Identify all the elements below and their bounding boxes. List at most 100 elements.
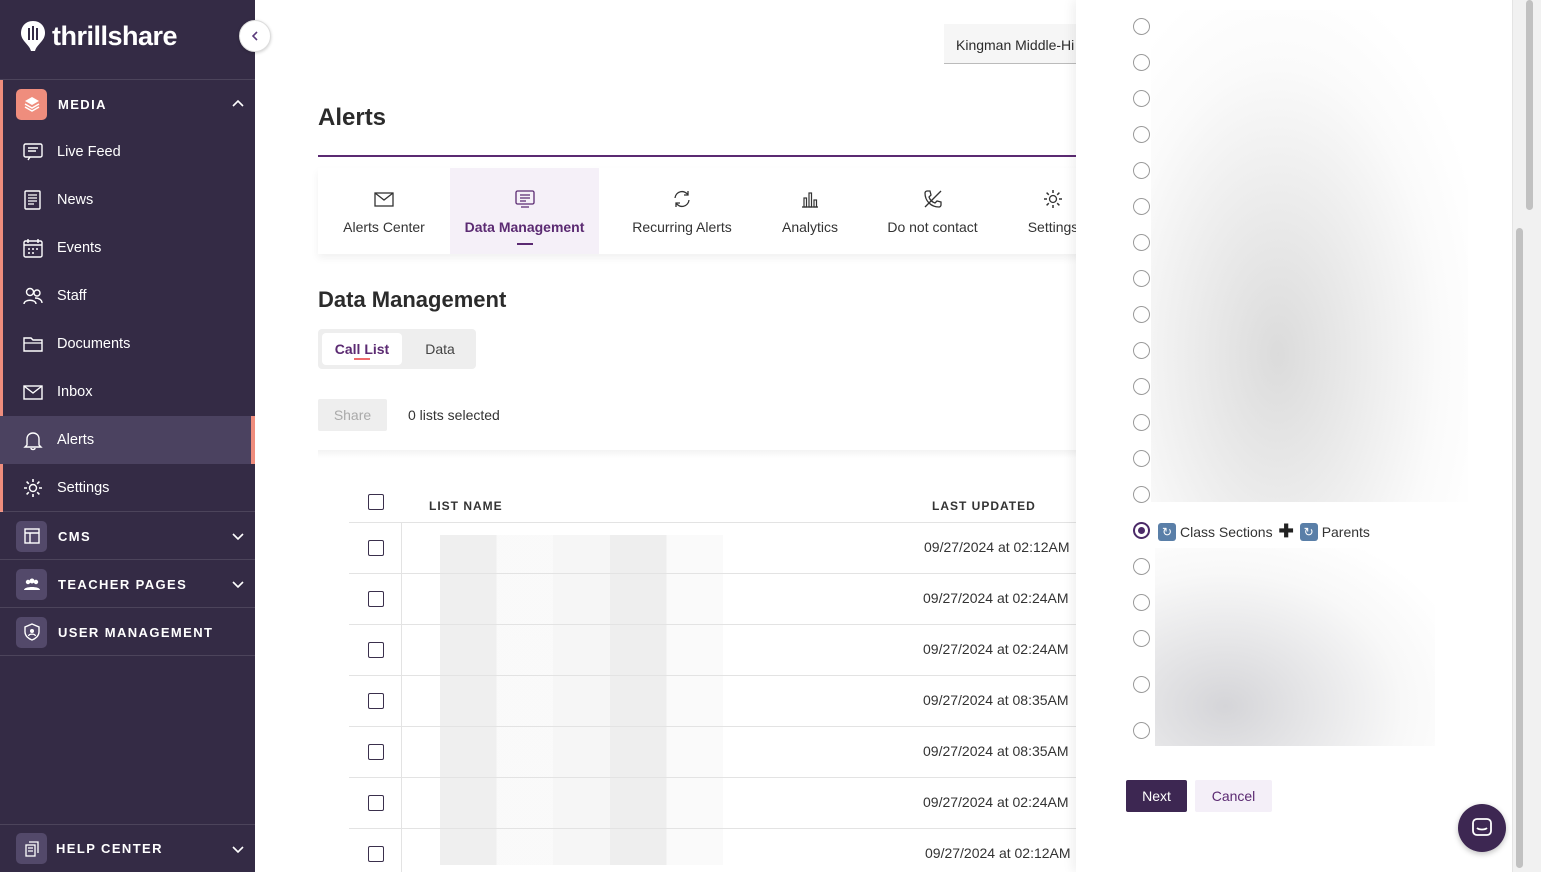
list-option-radio[interactable] bbox=[1133, 18, 1150, 35]
cms-group-label: CMS bbox=[58, 528, 92, 544]
divider bbox=[0, 655, 255, 656]
list-option-radio[interactable] bbox=[1133, 450, 1150, 467]
row-divider bbox=[349, 573, 1076, 574]
sidebar-item-alerts[interactable]: Alerts bbox=[0, 416, 255, 464]
brand-logo[interactable]: thrillshare bbox=[20, 18, 178, 54]
sync-icon: ↻ bbox=[1299, 522, 1318, 541]
next-button[interactable]: Next bbox=[1126, 780, 1187, 812]
bar-chart-icon bbox=[802, 192, 818, 208]
row-checkbox[interactable] bbox=[368, 642, 384, 658]
media-group-toggle[interactable]: MEDIA bbox=[0, 80, 255, 128]
cms-group-toggle[interactable]: CMS bbox=[0, 512, 255, 560]
list-option-radio[interactable] bbox=[1133, 54, 1150, 71]
list-option-radio[interactable] bbox=[1133, 414, 1150, 431]
option-part-parents: Parents bbox=[1321, 523, 1370, 540]
app-root: thrillshare MEDIA Live Feed News Events … bbox=[0, 0, 1541, 872]
brand-name: thrillshare bbox=[52, 20, 178, 51]
row-divider bbox=[349, 828, 1076, 829]
row-last-updated: 09/27/2024 at 08:35AM bbox=[923, 743, 1069, 759]
row-checkbox[interactable] bbox=[368, 846, 384, 862]
calendar-icon bbox=[23, 239, 43, 258]
row-last-updated: 09/27/2024 at 02:24AM bbox=[923, 590, 1069, 606]
sidebar-item-events[interactable]: Events bbox=[0, 224, 255, 272]
list-option-radio[interactable] bbox=[1133, 90, 1150, 107]
list-option-radio[interactable] bbox=[1133, 234, 1150, 251]
sidebar-item-label: Inbox bbox=[57, 384, 93, 400]
row-checkbox[interactable] bbox=[368, 591, 384, 607]
mail-icon bbox=[23, 385, 43, 400]
list-option-radio[interactable] bbox=[1133, 198, 1150, 215]
chevron-down-icon bbox=[232, 581, 244, 589]
redacted-list-names bbox=[440, 535, 723, 865]
collapse-sidebar-button[interactable] bbox=[239, 20, 271, 52]
sync-icon: ↻ bbox=[1158, 522, 1176, 541]
chat-icon bbox=[1472, 818, 1492, 836]
row-last-updated: 09/27/2024 at 02:12AM bbox=[925, 845, 1071, 861]
tab-settings[interactable]: Settings bbox=[1010, 168, 1076, 254]
group-icon bbox=[16, 568, 47, 600]
list-option-radio[interactable] bbox=[1133, 162, 1150, 179]
list-option-radio[interactable] bbox=[1133, 594, 1150, 611]
panel-scrollbar-thumb[interactable] bbox=[1516, 228, 1523, 868]
list-option-radio[interactable] bbox=[1133, 306, 1150, 323]
list-option-radio[interactable] bbox=[1133, 558, 1150, 575]
sidebar-item-news[interactable]: News bbox=[0, 176, 255, 224]
chevron-up-icon bbox=[232, 99, 244, 107]
column-divider bbox=[401, 522, 402, 872]
chat-launcher-button[interactable] bbox=[1458, 804, 1506, 852]
row-checkbox[interactable] bbox=[368, 744, 384, 760]
sidebar-item-live-feed[interactable]: Live Feed bbox=[0, 128, 255, 176]
select-all-checkbox[interactable] bbox=[368, 494, 384, 510]
selected-option-label[interactable]: ↻ Class Sections ✚ ↻ Parents bbox=[1158, 521, 1370, 542]
list-option-radio[interactable] bbox=[1133, 722, 1150, 739]
sidebar-item-inbox[interactable]: Inbox bbox=[0, 368, 255, 416]
help-center-label: HELP CENTER bbox=[56, 841, 163, 856]
teacher-pages-group-toggle[interactable]: TEACHER PAGES bbox=[0, 560, 255, 608]
list-option-radio[interactable] bbox=[1133, 126, 1150, 143]
sidebar-item-settings[interactable]: Settings bbox=[0, 464, 255, 512]
page-title: Alerts bbox=[318, 104, 387, 131]
column-header-list-name[interactable]: LIST NAME bbox=[429, 499, 503, 513]
sidebar-item-label: Live Feed bbox=[57, 144, 121, 160]
user-management-label: USER MANAGEMENT bbox=[58, 624, 214, 640]
help-center-toggle[interactable]: HELP CENTER bbox=[0, 824, 255, 872]
row-last-updated: 09/27/2024 at 02:24AM bbox=[923, 641, 1069, 657]
list-option-radio[interactable] bbox=[1133, 486, 1150, 503]
sidebar-item-label: Settings bbox=[57, 480, 110, 496]
title-underline bbox=[318, 155, 1076, 157]
user-management-link[interactable]: USER MANAGEMENT bbox=[0, 608, 255, 656]
list-option-radio[interactable] bbox=[1133, 378, 1150, 395]
list-option-radio[interactable] bbox=[1133, 676, 1150, 693]
list-option-radio-selected[interactable] bbox=[1133, 522, 1150, 539]
tab-analytics[interactable]: Analytics bbox=[765, 168, 855, 254]
tab-do-not-contact[interactable]: Do not contact bbox=[855, 168, 1010, 254]
share-list-panel: ↻ Class Sections ✚ ↻ Parents Next Cancel bbox=[1076, 0, 1512, 872]
list-option-radio[interactable] bbox=[1133, 270, 1150, 287]
list-option-radio[interactable] bbox=[1133, 342, 1150, 359]
message-list-icon bbox=[514, 190, 535, 208]
sidebar-item-label: Documents bbox=[57, 336, 131, 352]
call-list-toggle[interactable]: Call List bbox=[322, 333, 402, 365]
share-button[interactable]: Share bbox=[318, 399, 387, 431]
cancel-button[interactable]: Cancel bbox=[1195, 780, 1272, 812]
school-select[interactable]: Kingman Middle-Hi bbox=[944, 24, 1076, 64]
data-toggle[interactable]: Data bbox=[410, 333, 470, 365]
list-option-radio[interactable] bbox=[1133, 630, 1150, 647]
tab-label: Recurring Alerts bbox=[632, 219, 732, 235]
folder-icon bbox=[23, 337, 43, 352]
row-checkbox[interactable] bbox=[368, 693, 384, 709]
row-last-updated: 09/27/2024 at 02:24AM bbox=[923, 794, 1069, 810]
tab-recurring-alerts[interactable]: Recurring Alerts bbox=[599, 168, 765, 254]
column-header-last-updated[interactable]: LAST UPDATED bbox=[932, 499, 1036, 513]
tab-data-management[interactable]: Data Management bbox=[450, 168, 599, 254]
tab-alerts-center[interactable]: Alerts Center bbox=[318, 168, 450, 254]
row-checkbox[interactable] bbox=[368, 795, 384, 811]
row-checkbox[interactable] bbox=[368, 540, 384, 556]
scrollbar-thumb[interactable] bbox=[1526, 0, 1533, 210]
sidebar-item-documents[interactable]: Documents bbox=[0, 320, 255, 368]
sidebar: thrillshare MEDIA Live Feed News Events … bbox=[0, 0, 255, 872]
phone-off-icon bbox=[923, 190, 942, 208]
plus-icon: ✚ bbox=[1278, 521, 1294, 541]
sidebar-item-staff[interactable]: Staff bbox=[0, 272, 255, 320]
thrillshare-logo-icon bbox=[21, 21, 45, 51]
